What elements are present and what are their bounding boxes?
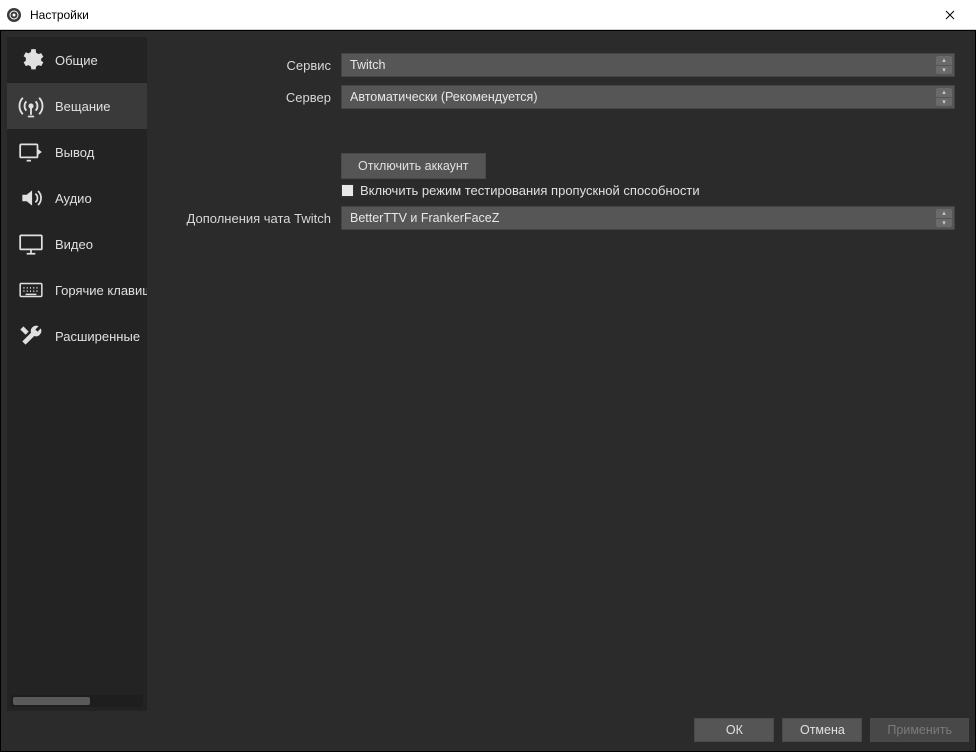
dialog-footer: ОК Отмена Применить: [7, 715, 969, 745]
sidebar-item-label: Расширенные: [55, 329, 140, 344]
ok-button[interactable]: ОК: [694, 718, 774, 742]
titlebar: Настройки: [0, 0, 976, 30]
service-select-value: Twitch: [350, 58, 385, 72]
apply-button[interactable]: Применить: [870, 718, 969, 742]
sidebar-item-label: Аудио: [55, 191, 92, 206]
sidebar-item-label: Вывод: [55, 145, 94, 160]
window-title: Настройки: [30, 8, 930, 22]
gear-icon: [17, 46, 45, 74]
sidebar-item-advanced[interactable]: Расширенные: [7, 313, 147, 359]
sidebar: Общие Вещание Вывод: [7, 37, 147, 711]
disconnect-account-button[interactable]: Отключить аккаунт: [341, 153, 486, 179]
server-select-value: Автоматически (Рекомендуется): [350, 90, 537, 104]
sidebar-item-general[interactable]: Общие: [7, 37, 147, 83]
settings-content: Сервис Twitch ▴▾ Сервер Автоматически (Р…: [147, 37, 969, 711]
sidebar-item-label: Горячие клавиши: [55, 283, 147, 298]
server-select[interactable]: Автоматически (Рекомендуется) ▴▾: [341, 85, 955, 109]
service-label: Сервис: [161, 58, 341, 73]
server-label: Сервер: [161, 90, 341, 105]
bandwidth-test-checkbox[interactable]: [341, 184, 354, 197]
speaker-icon: [17, 184, 45, 212]
sidebar-item-video[interactable]: Видео: [7, 221, 147, 267]
sidebar-item-label: Видео: [55, 237, 93, 252]
chat-addons-select[interactable]: BetterTTV и FrankerFaceZ ▴▾: [341, 206, 955, 230]
sidebar-item-stream[interactable]: Вещание: [7, 83, 147, 129]
sidebar-horizontal-scrollbar[interactable]: [11, 695, 143, 707]
cancel-button[interactable]: Отмена: [782, 718, 862, 742]
app-icon: [6, 7, 22, 23]
sidebar-item-hotkeys[interactable]: Горячие клавиши: [7, 267, 147, 313]
chat-addons-select-value: BetterTTV и FrankerFaceZ: [350, 211, 499, 225]
sidebar-item-label: Общие: [55, 53, 98, 68]
sidebar-item-output[interactable]: Вывод: [7, 129, 147, 175]
service-select[interactable]: Twitch ▴▾: [341, 53, 955, 77]
sidebar-item-label: Вещание: [55, 99, 111, 114]
settings-dialog: Общие Вещание Вывод: [0, 30, 976, 752]
tools-icon: [17, 322, 45, 350]
sidebar-item-audio[interactable]: Аудио: [7, 175, 147, 221]
spinner-icon: ▴▾: [936, 209, 952, 227]
chat-addons-label: Дополнения чата Twitch: [161, 211, 341, 226]
spinner-icon: ▴▾: [936, 88, 952, 106]
bandwidth-test-label: Включить режим тестирования пропускной с…: [360, 183, 700, 198]
output-icon: [17, 138, 45, 166]
keyboard-icon: [17, 276, 45, 304]
monitor-icon: [17, 230, 45, 258]
spinner-icon: ▴▾: [936, 56, 952, 74]
broadcast-icon: [17, 92, 45, 120]
close-button[interactable]: [930, 0, 970, 30]
scrollbar-thumb[interactable]: [13, 697, 90, 705]
